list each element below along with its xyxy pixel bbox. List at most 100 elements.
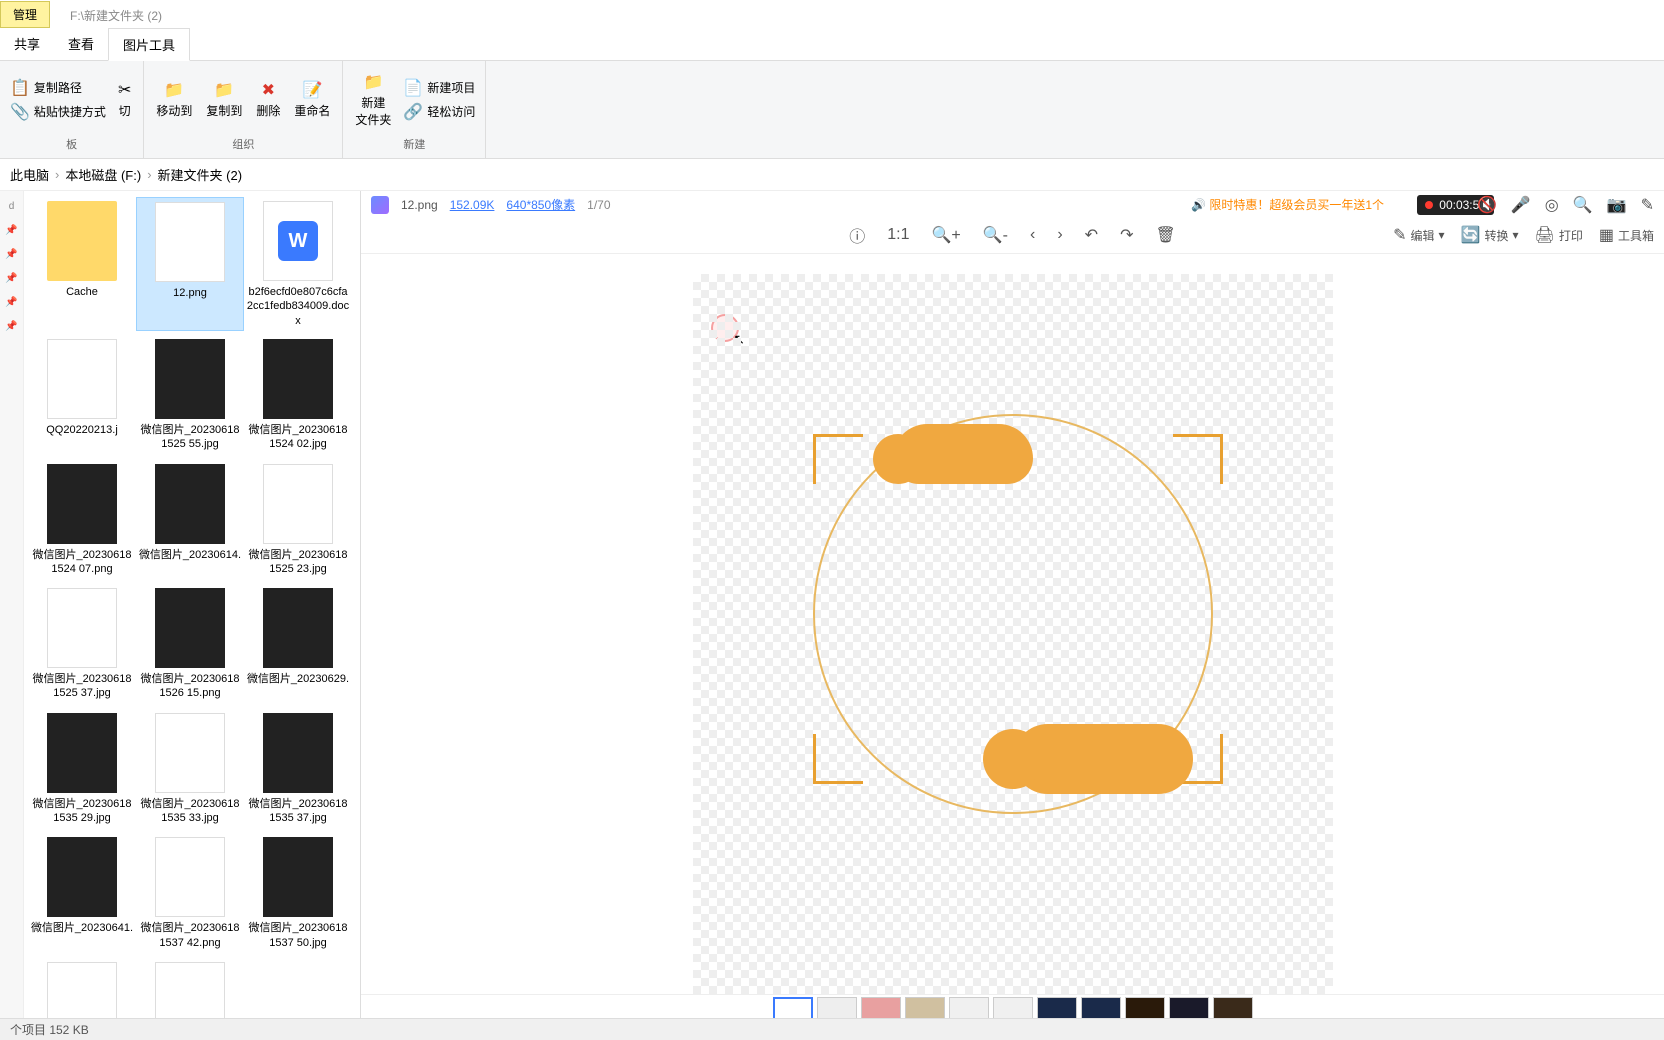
new-folder-button[interactable]: 📁新建 文件夹 [351,70,395,130]
delete-button[interactable]: ✖删除 [252,78,284,121]
grid-icon: ▦ [1599,225,1614,245]
easy-access-button[interactable]: 🔗轻松访问 [401,101,477,123]
copy-to-button[interactable]: 📁复制到 [202,78,246,121]
image-preview [693,274,1333,994]
zoomin-icon[interactable]: 🔍+ [931,225,960,245]
brush-icon[interactable]: ✎ [1641,195,1654,215]
file-name-label: 微信图片_202306181537 42.png [138,921,242,950]
file-item[interactable]: 微信图片_202306181526 15.png [136,584,244,705]
file-name-label: 微信图片_202306181535 29.jpg [30,797,134,826]
move-to-button[interactable]: 📁移动到 [152,78,196,121]
new-item-button[interactable]: 📄新建项目 [401,77,477,99]
rename-button[interactable]: 📝重命名 [290,78,334,121]
pin-icon[interactable]: 📌 [5,321,17,335]
file-item[interactable]: 微信图片_20230614. [136,460,244,581]
chevron-down-icon: ▾ [1513,228,1519,242]
file-thumbnail [155,464,225,544]
file-item[interactable]: 微信图片_202306181524 07.png [28,460,136,581]
rotate-left-icon[interactable]: ↶ [1085,225,1098,245]
pin-icon[interactable]: 📌 [5,249,17,263]
ribbon: 📋复制路径 📎粘贴快捷方式 ✂切 板 📁移动到 📁复制到 ✖删除 📝重命名 组织… [0,61,1664,159]
onetoone-icon[interactable]: 1:1 [887,226,909,244]
file-thumbnail [263,837,333,917]
file-item[interactable]: 微信图片_202306181537 50.jpg [244,833,352,954]
status-bar: 个项目 152 KB [0,1018,1664,1040]
file-name-label: 微信图片_20230614. [139,548,241,562]
paste-shortcut-button[interactable]: 📎粘贴快捷方式 [8,101,108,123]
file-item[interactable]: 微信图片_202306181537 42.png [136,833,244,954]
info-icon[interactable]: ⓘ [849,223,865,247]
breadcrumb-drive[interactable]: 本地磁盘 (F:) [65,165,141,184]
file-thumbnail [263,201,333,281]
camera-icon[interactable]: 📷 [1607,195,1627,215]
file-explorer-pane: Cache 12.png b2f6ecfd0e807c6cfa2cc1fedb834… [24,191,360,1023]
image-content [783,404,1243,834]
pin-icon[interactable]: d [9,201,15,215]
file-name-label: 微信图片_202306181535 37.jpg [246,797,350,826]
file-item[interactable]: 微信图片_202306181524 02.jpg [244,335,352,456]
file-name-label: 微信图片_20230641. [31,921,133,935]
file-item[interactable]: b2f6ecfd0e807c6cfa2cc1fedb834009.docx [244,197,352,331]
promo-banner[interactable]: 🔊 限时特惠！超级会员买一年送1个 [1191,196,1384,213]
ribbon-tab-share[interactable]: 共享 [0,28,54,60]
prev-icon[interactable]: ‹ [1030,226,1035,244]
viewer-filesize[interactable]: 152.09K [450,198,495,212]
viewer-filename: 12.png [401,198,438,212]
file-thumbnail [47,339,117,419]
breadcrumb-thispc[interactable]: 此电脑 [10,165,49,184]
file-item[interactable]: 微信图片_20230620. [136,958,244,1023]
edit-button[interactable]: ✎编辑▾ [1393,225,1444,245]
mic-icon[interactable]: 🎤 [1511,195,1531,215]
file-item[interactable]: 微信图片_20230641. [28,833,136,954]
file-item[interactable]: QQ20220213.j [28,335,136,456]
ribbon-tab-view[interactable]: 查看 [54,28,108,60]
file-item[interactable]: 微信图片_202306181535 33.jpg [136,709,244,830]
breadcrumb-folder[interactable]: 新建文件夹 (2) [158,165,243,184]
breadcrumb[interactable]: 此电脑 › 本地磁盘 (F:) › 新建文件夹 (2) [0,159,1664,191]
file-item[interactable]: 微信图片_202306181525 55.jpg [136,335,244,456]
pin-icon[interactable]: 📌 [5,297,17,311]
pin-icon[interactable]: 📌 [5,273,17,287]
toolkit-button[interactable]: ▦工具箱 [1599,225,1654,245]
file-name-label: 微信图片_202306181524 02.jpg [246,423,350,452]
cut-button[interactable]: ✂切 [114,78,135,121]
file-item[interactable]: 12.png [136,197,244,331]
file-name-label: 微信图片_202306181525 55.jpg [138,423,242,452]
file-name-label: QQ20220213.j [46,423,118,437]
viewer-canvas[interactable] [361,254,1664,994]
viewer-titlebar: 12.png 152.09K 640*850像素 1/70 🔊 限时特惠！超级会… [361,191,1664,218]
easyaccess-icon: 🔗 [403,102,423,122]
viewer-dimensions[interactable]: 640*850像素 [506,196,575,213]
file-item[interactable]: 微信图片_202306181535 37.jpg [244,709,352,830]
file-name-label: 12.png [173,286,207,300]
file-name-label: 微信图片_202306181537 50.jpg [246,921,350,950]
file-thumbnail [155,588,225,668]
copy-path-button[interactable]: 📋复制路径 [8,77,108,99]
print-button[interactable]: 🖨打印 [1535,225,1583,245]
file-item[interactable]: 微信图片_202306181525 23.jpg [244,460,352,581]
trash-icon[interactable]: 🗑 [1155,225,1175,245]
next-icon[interactable]: › [1057,226,1062,244]
target-icon[interactable]: ◎ [1545,195,1559,215]
delete-icon: ✖ [262,80,275,100]
file-name-label: b2f6ecfd0e807c6cfa2cc1fedb834009.docx [246,285,350,327]
file-item[interactable]: 微信图片_20230629. [244,584,352,705]
mute-icon[interactable]: 🔇 [1477,195,1497,215]
pin-icon[interactable]: 📌 [5,225,17,239]
group-new-label: 新建 [403,134,425,154]
file-item[interactable]: 微信图片_202306181525 37.jpg [28,584,136,705]
rotate-right-icon[interactable]: ↷ [1120,225,1133,245]
manage-tab[interactable]: 管理 [0,1,50,28]
file-thumbnail [47,588,117,668]
file-item[interactable]: Cache [28,197,136,331]
ribbon-tab-pictools[interactable]: 图片工具 [108,28,190,61]
zoomout-icon[interactable]: 🔍- [983,225,1008,245]
file-name-label: 微信图片_202306181525 23.jpg [246,548,350,577]
file-item[interactable]: 微信图片_202306181538 00.png [28,958,136,1023]
convert-button[interactable]: 🔄转换▾ [1461,225,1519,245]
chevron-right-icon: › [55,167,59,182]
search-icon[interactable]: 🔍 [1573,195,1593,215]
file-thumbnail [155,713,225,793]
file-item[interactable]: 微信图片_202306181535 29.jpg [28,709,136,830]
viewer-index: 1/70 [587,198,610,212]
